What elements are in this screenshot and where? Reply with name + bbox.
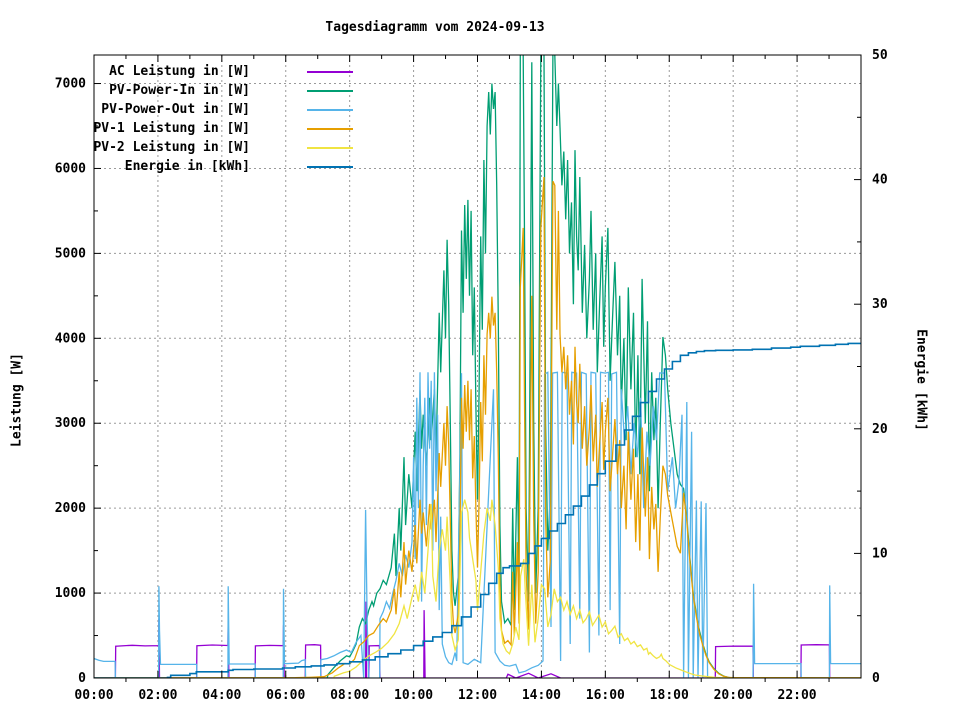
y-right-tick-label: 20	[872, 422, 888, 437]
chart-canvas: 00:00 02:00 04:00 06:00 08:00 10:00 12:00 14:00…	[0, 0, 960, 720]
x-tick-label: 14:00	[522, 688, 561, 703]
y-left-tick-label: 0	[78, 671, 86, 686]
x-tick-label: 10:00	[394, 688, 433, 703]
x-tick-label: 16:00	[586, 688, 625, 703]
y-left-tick-label: 7000	[55, 77, 86, 92]
x-tick-label: 08:00	[330, 688, 369, 703]
y-right-tick-label: 50	[872, 48, 888, 63]
y-right-tick-label: 30	[872, 297, 888, 312]
x-tick-label: 00:00	[74, 688, 113, 703]
legend-line-swatch	[307, 109, 353, 111]
y-left-tick-label: 6000	[55, 161, 86, 176]
y-right-tick-label: 0	[872, 671, 880, 686]
legend-line-swatch	[307, 166, 353, 168]
y-left-tick-label: 2000	[55, 501, 86, 516]
legend-label: PV-1 Leistung in [W]	[90, 119, 250, 138]
legend-line-swatch	[307, 90, 353, 92]
x-tick-label: 02:00	[138, 688, 177, 703]
legend-label: PV-2 Leistung in [W]	[90, 138, 250, 157]
legend-line-swatch	[307, 147, 353, 149]
chart-title: Tagesdiagramm vom 2024-09-13	[0, 20, 870, 35]
x-tick-label: 04:00	[202, 688, 241, 703]
y-left-tick-label: 5000	[55, 246, 86, 261]
y-left-tick-label: 4000	[55, 331, 86, 346]
legend-label: PV-Power-In in [W]	[90, 81, 250, 100]
y-left-axis-title: Leistung [W]	[10, 353, 25, 447]
x-tick-label: 22:00	[778, 688, 817, 703]
x-tick-label: 20:00	[714, 688, 753, 703]
y-left-tick-label: 1000	[55, 586, 86, 601]
y-right-axis-title: Energie [kWh]	[914, 329, 929, 431]
legend-label: AC Leistung in [W]	[90, 62, 250, 81]
x-tick-label: 12:00	[458, 688, 497, 703]
x-tick-label: 18:00	[650, 688, 689, 703]
y-left-tick-label: 3000	[55, 416, 86, 431]
y-right-tick-label: 40	[872, 173, 888, 188]
legend-label: Energie in [kWh]	[90, 157, 250, 176]
legend-line-swatch	[307, 128, 353, 130]
legend-line-swatch	[307, 71, 353, 73]
x-tick-label: 06:00	[266, 688, 305, 703]
legend-label: PV-Power-Out in [W]	[90, 100, 250, 119]
y-right-tick-label: 10	[872, 546, 888, 561]
